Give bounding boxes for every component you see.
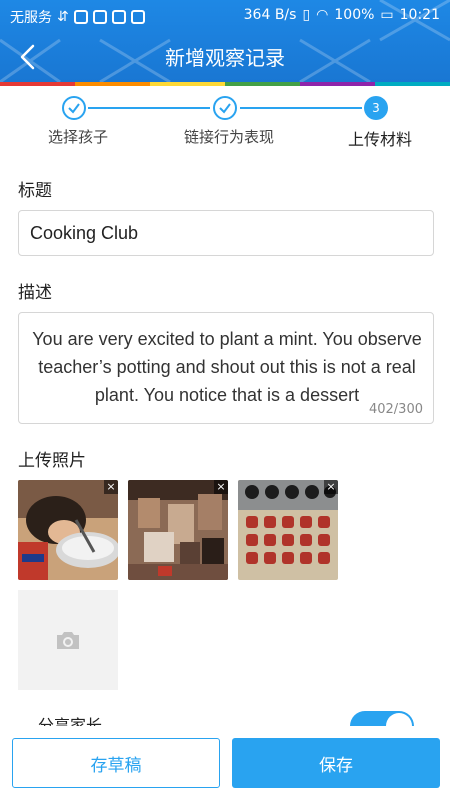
remove-photo-icon[interactable]: × <box>104 480 118 494</box>
remove-photo-icon[interactable]: × <box>214 480 228 494</box>
header-color-strip <box>0 82 450 86</box>
step-2-label: 链接行为表现 <box>183 128 275 146</box>
camera-icon <box>57 632 79 649</box>
save-draft-button[interactable]: 存草稿 <box>12 738 220 788</box>
nav-bar: 新增观察记录 <box>0 32 450 82</box>
step-3-number: 3 <box>364 96 388 120</box>
add-photo-button[interactable] <box>18 590 118 690</box>
wifi-icon: ◠ <box>316 7 329 23</box>
photo-thumbnail[interactable]: × <box>128 480 228 580</box>
usb-icon: ⇵ <box>57 9 69 25</box>
photo-thumbnail[interactable]: × <box>18 480 118 580</box>
vibrate-icon: ▯ <box>302 7 311 23</box>
status-bar: 无服务 ⇵ 364 B/s ▯ ◠ 100% ▭ 10:21 <box>0 0 450 32</box>
description-textarea[interactable]: You are very excited to plant a mint. Yo… <box>18 312 434 424</box>
app-notification-icon <box>130 10 145 24</box>
photo-thumbnail[interactable]: × <box>238 480 338 580</box>
character-counter: 402/300 <box>364 402 423 417</box>
step-1-check-icon <box>62 96 86 120</box>
page-title: 新增观察记录 <box>165 46 285 70</box>
app-screen: 无服务 ⇵ 364 B/s ▯ ◠ 100% ▭ 10:21 新增观察记录 3 … <box>0 0 450 800</box>
child-mixing-bowl-image <box>18 480 118 580</box>
network-speed: 364 B/s <box>243 7 297 23</box>
battery-icon: ▭ <box>380 7 394 23</box>
remove-photo-icon[interactable]: × <box>324 480 338 494</box>
app-notification-icon <box>73 10 88 24</box>
save-button[interactable]: 保存 <box>232 738 440 788</box>
app-notification-icon <box>92 10 107 24</box>
description-label: 描述 <box>18 283 52 303</box>
step-1-label: 选择孩子 <box>47 128 109 146</box>
cups-on-tray-image <box>238 480 338 580</box>
app-notification-icon <box>111 10 126 24</box>
title-input[interactable]: Cooking Club <box>18 210 434 256</box>
header: 无服务 ⇵ 364 B/s ▯ ◠ 100% ▭ 10:21 新增观察记录 <box>0 0 450 86</box>
step-2-check-icon <box>213 96 237 120</box>
step-connector <box>240 107 362 109</box>
progress-stepper: 3 选择孩子 链接行为表现 上传材料 <box>0 94 450 154</box>
blurred-children-table-image <box>128 480 228 580</box>
carrier-text: 无服务 <box>10 10 52 26</box>
clock: 10:21 <box>399 7 440 23</box>
battery-percent: 100% <box>334 7 375 23</box>
step-3-label: 上传材料 <box>347 130 413 149</box>
title-label: 标题 <box>18 181 52 201</box>
photos-label: 上传照片 <box>18 451 86 471</box>
bottom-action-bar: 存草稿 保存 <box>0 726 450 800</box>
step-connector <box>88 107 210 109</box>
